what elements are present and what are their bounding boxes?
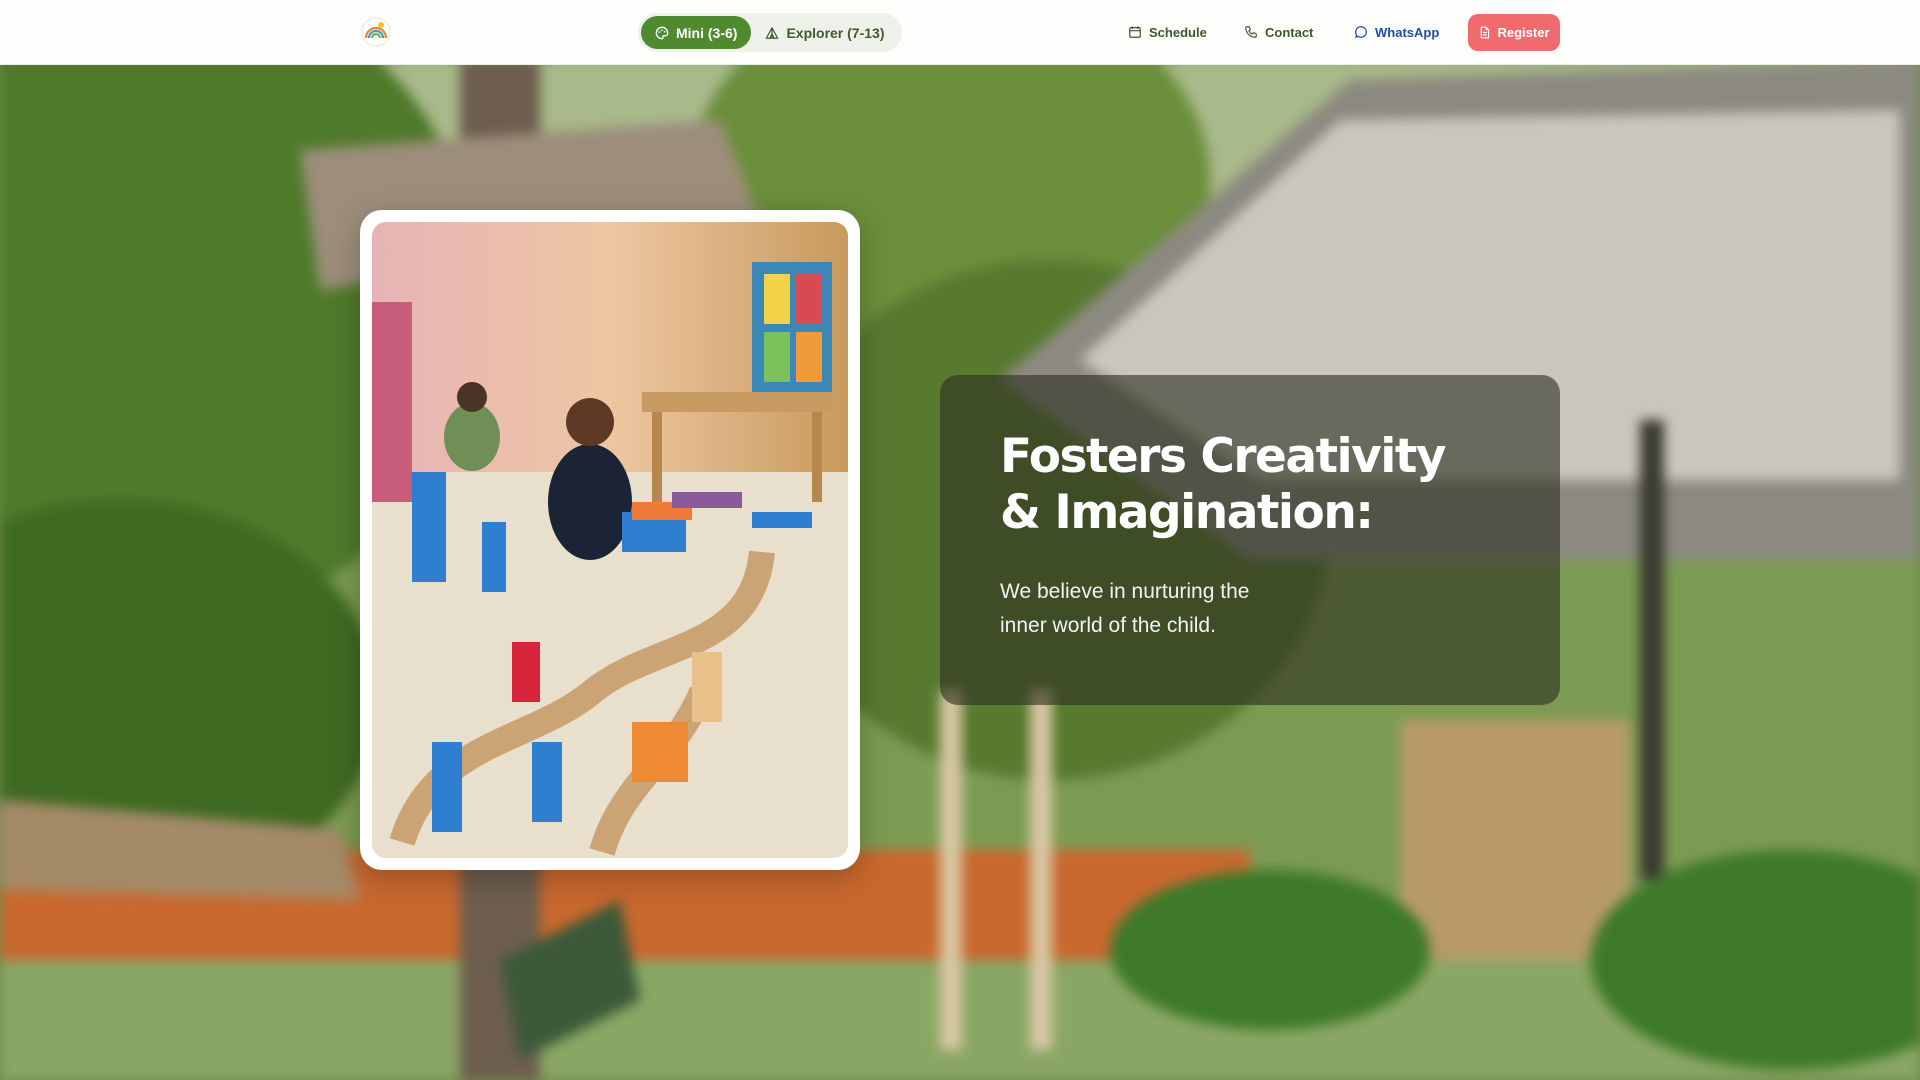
hero-subtext: We believe in nurturing the inner world … bbox=[1000, 580, 1250, 637]
hero-text-panel: Fosters Creativity & Imagination: We bel… bbox=[940, 375, 1560, 705]
contact-label: Contact bbox=[1265, 24, 1314, 40]
contact-link[interactable]: Contact bbox=[1244, 20, 1313, 44]
whatsapp-label: WhatsApp bbox=[1375, 24, 1440, 40]
program-mini-button[interactable]: Mini (3-6) bbox=[641, 16, 752, 49]
message-circle-icon bbox=[1355, 26, 1367, 38]
palette-icon bbox=[655, 26, 669, 39]
program-explorer-button[interactable]: Explorer (7-13) bbox=[751, 16, 898, 49]
program-switcher: Mini (3-6) Explorer (7-13) bbox=[638, 13, 902, 52]
hero-headline-line2: & Imagination: bbox=[1000, 485, 1374, 540]
program-mini-label: Mini (3-6) bbox=[676, 24, 738, 41]
document-icon bbox=[1481, 26, 1490, 39]
phone-icon bbox=[1245, 26, 1257, 38]
schedule-link[interactable]: Schedule bbox=[1128, 20, 1207, 44]
register-label: Register bbox=[1497, 25, 1550, 40]
program-explorer-label: Explorer (7-13) bbox=[786, 24, 885, 41]
tent-icon bbox=[766, 26, 779, 39]
schedule-label: Schedule bbox=[1149, 24, 1207, 40]
hero-headline-line1: Fosters Creativity bbox=[1000, 429, 1447, 484]
hero-headline: Fosters Creativity & Imagination: bbox=[1000, 429, 1520, 541]
sun-rainbow-logo-icon[interactable] bbox=[360, 16, 392, 48]
classroom-photo bbox=[372, 222, 848, 858]
whatsapp-link[interactable]: WhatsApp bbox=[1354, 20, 1439, 44]
calendar-icon bbox=[1129, 26, 1141, 38]
classroom-photo-card bbox=[360, 210, 860, 870]
register-button[interactable]: Register bbox=[1468, 14, 1560, 51]
top-navigation-bar: Mini (3-6) Explorer (7-13) Schedule Cont… bbox=[0, 0, 1920, 65]
